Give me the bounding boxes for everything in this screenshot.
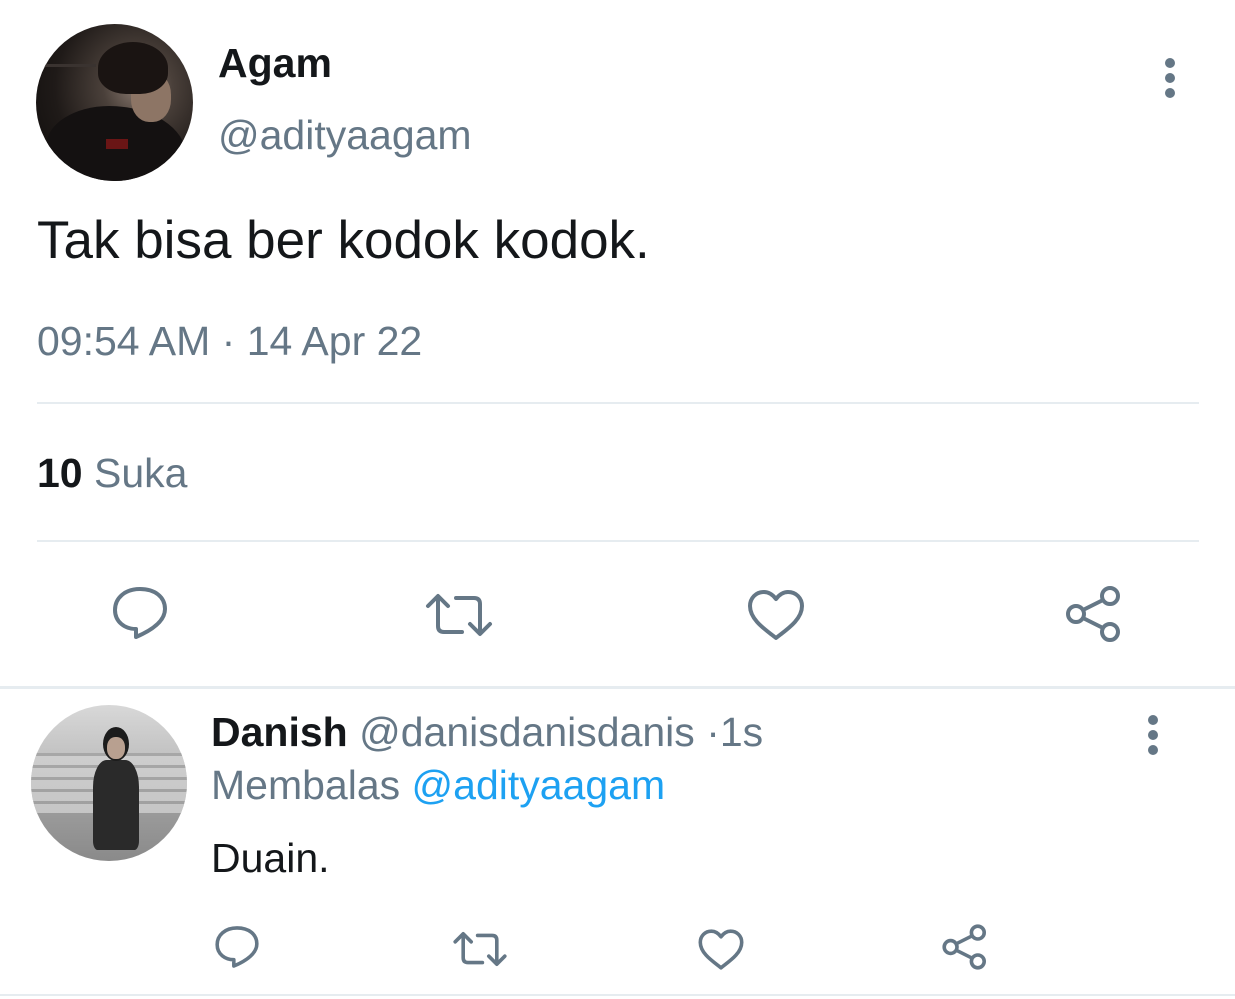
- more-vertical-icon[interactable]: [1148, 715, 1160, 760]
- avatar-background: [36, 64, 96, 67]
- reply-text: Duain.: [211, 835, 330, 881]
- avatar-face: [107, 737, 125, 759]
- divider: [37, 540, 1199, 542]
- tweet-timestamp: 09:54 AM · 14 Apr 22: [37, 316, 422, 366]
- likes-count: 10: [37, 450, 83, 496]
- reply-author-avatar[interactable]: [31, 705, 187, 861]
- like-icon[interactable]: [746, 588, 806, 642]
- like-icon[interactable]: [697, 928, 745, 971]
- retweet-icon[interactable]: [424, 590, 494, 640]
- avatar-body: [93, 760, 139, 850]
- replying-to-handle[interactable]: @adityaagam: [412, 762, 666, 808]
- replying-label: Membalas: [211, 762, 401, 808]
- author-name[interactable]: Agam: [218, 38, 332, 88]
- more-dot: [1148, 745, 1158, 755]
- avatar-hoodie-logo: [106, 139, 128, 149]
- reply-tweet[interactable]: Danish @danisdanisdanis ·1s Membalas @ad…: [0, 689, 1235, 999]
- reply-time-ago: 1s: [719, 709, 764, 755]
- likes-summary[interactable]: 10 Suka: [37, 448, 187, 498]
- more-dot: [1148, 715, 1158, 725]
- reply-icon[interactable]: [213, 924, 261, 970]
- author-handle[interactable]: @adityaagam: [218, 110, 472, 160]
- main-tweet: Agam @adityaagam Tak bisa ber kodok kodo…: [0, 0, 1235, 688]
- reply-author-handle[interactable]: @danisdanisdanis: [359, 709, 695, 755]
- divider: [37, 402, 1199, 404]
- reply-separator: ·: [706, 709, 720, 755]
- avatar-hair: [98, 42, 168, 94]
- more-dot: [1165, 58, 1175, 68]
- tweet-time: 09:54 AM: [37, 318, 211, 364]
- likes-label: Suka: [94, 450, 188, 496]
- timestamp-separator: ·: [221, 318, 236, 364]
- share-icon[interactable]: [941, 923, 989, 971]
- author-avatar[interactable]: [36, 24, 193, 181]
- reply-author-name[interactable]: Danish: [211, 709, 348, 755]
- replying-to: Membalas @adityaagam: [211, 760, 665, 810]
- reply-header: Danish @danisdanisdanis ·1s: [211, 707, 763, 757]
- reply-icon[interactable]: [110, 584, 170, 642]
- retweet-icon[interactable]: [452, 929, 508, 969]
- more-dot: [1165, 88, 1175, 98]
- more-dot: [1148, 730, 1158, 740]
- tweet-date: 14 Apr 22: [246, 318, 423, 364]
- more-vertical-icon[interactable]: [1165, 58, 1177, 103]
- bottom-divider: [0, 994, 1235, 996]
- tweet-text: Tak bisa ber kodok kodok.: [37, 211, 650, 270]
- share-icon[interactable]: [1064, 584, 1124, 644]
- more-dot: [1165, 73, 1175, 83]
